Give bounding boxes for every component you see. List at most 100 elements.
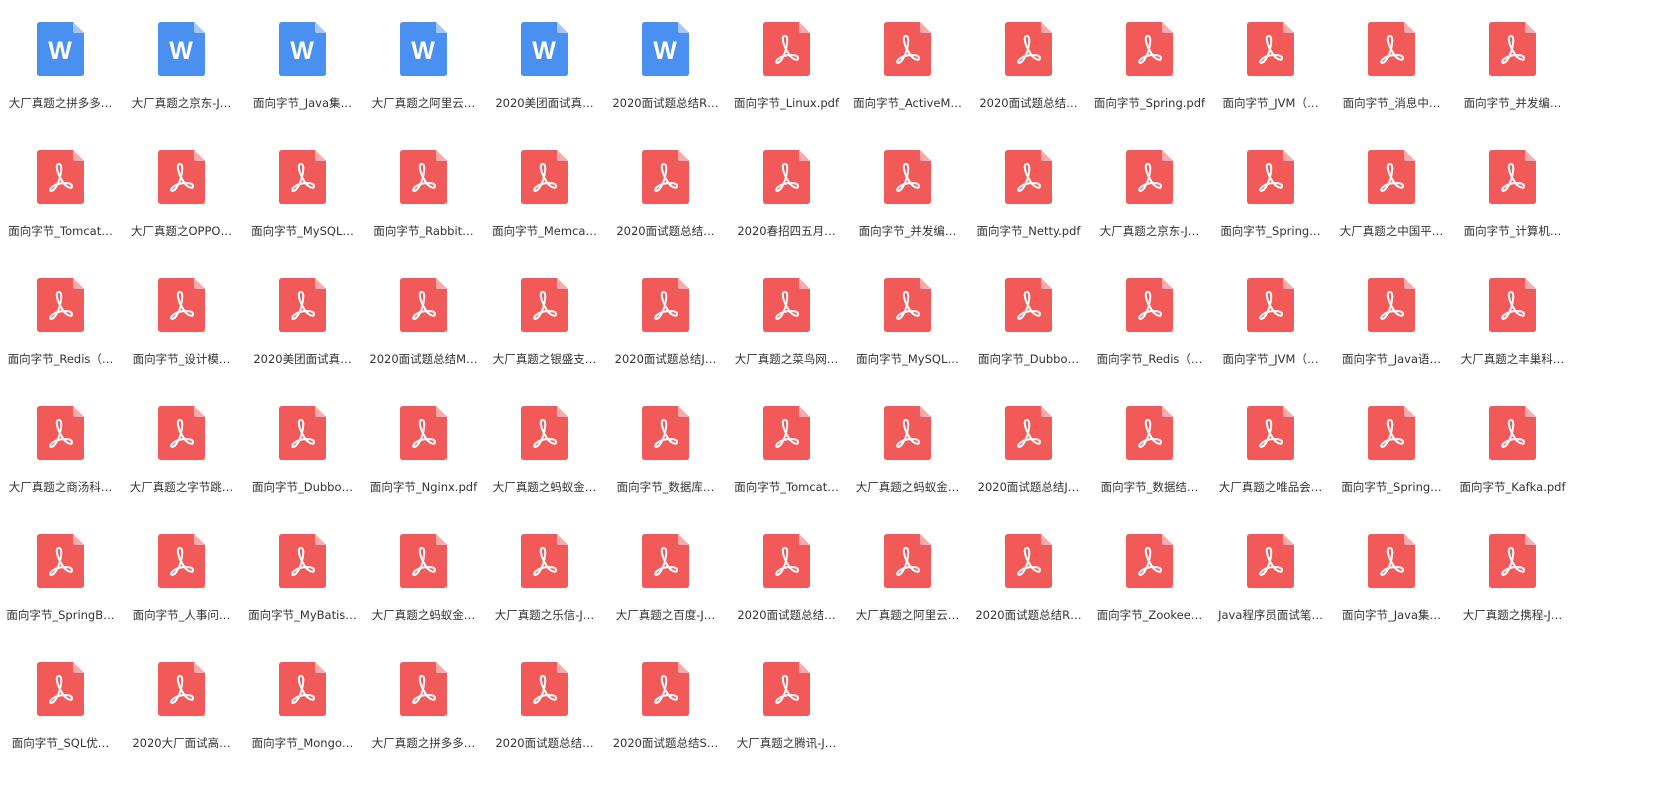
file-item[interactable]: 大厂真题之银盛支… [484,278,605,406]
file-item[interactable]: 面向字节_Tomcat… [726,406,847,534]
pdf-icon [763,150,810,204]
file-item[interactable]: 大厂真题之乐信-J… [484,534,605,662]
file-item[interactable]: 面向字节_Linux.pdf [726,22,847,150]
file-item[interactable]: 2020春招四五月… [726,150,847,278]
file-item[interactable]: 面向字节_MySQL… [847,278,968,406]
pdf-icon [37,406,84,460]
file-item[interactable]: 2020大厂面试高… [121,662,242,790]
file-name: 2020面试题总结M… [369,352,478,366]
file-item[interactable]: 2020面试题总结R… [968,534,1089,662]
file-item[interactable]: 面向字节_SQL优… [0,662,121,790]
pdf-icon [884,406,931,460]
file-item[interactable]: 大厂真题之唯品会… [1210,406,1331,534]
file-item[interactable]: 面向字节_并发编… [1452,22,1573,150]
file-item[interactable]: 面向字节_Redis（… [0,278,121,406]
file-item[interactable]: 面向字节_Tomcat… [0,150,121,278]
file-item[interactable]: 面向字节_Nginx.pdf [363,406,484,534]
file-item[interactable]: 大厂真题之阿里云… [847,534,968,662]
file-item[interactable]: 面向字节_消息中… [1331,22,1452,150]
file-item[interactable]: 大厂真题之腾讯-J… [726,662,847,790]
file-item[interactable]: 大厂真题之拼多多… [363,662,484,790]
file-item[interactable]: 面向字节_Mongo… [242,662,363,790]
file-name: 2020面试题总结R… [975,608,1082,622]
file-item[interactable]: 面向字节_ActiveM… [847,22,968,150]
file-item[interactable]: 大厂真题之菜鸟网… [726,278,847,406]
pdf-icon [279,534,326,588]
file-name: 面向字节_消息中… [1342,96,1441,110]
file-name: 面向字节_计算机… [1463,224,1562,238]
file-item[interactable]: 面向字节_计算机… [1452,150,1573,278]
file-item[interactable]: 2020面试题总结S… [605,662,726,790]
file-name: 大厂真题之京东-J… [1099,224,1200,238]
file-item[interactable]: 2020面试题总结M… [363,278,484,406]
file-item[interactable]: 大厂真题之OPPO… [121,150,242,278]
file-item[interactable]: 面向字节_Spring… [1331,406,1452,534]
file-item[interactable]: 大厂真题之商汤科… [0,406,121,534]
pdf-icon [1126,150,1173,204]
file-name: 大厂真题之腾讯-J… [736,736,837,750]
file-item[interactable]: 面向字节_Redis（… [1089,278,1210,406]
file-item[interactable]: 大厂真题之字节跳… [121,406,242,534]
file-item[interactable]: 面向字节_JVM（… [1210,278,1331,406]
file-item[interactable]: 面向字节_Dubbo… [242,406,363,534]
pdf-icon [37,662,84,716]
file-item[interactable]: 大厂真题之丰巢科… [1452,278,1573,406]
file-name: 2020面试题总结… [495,736,594,750]
file-item[interactable]: 面向字节_Java集… [1331,534,1452,662]
pdf-icon [158,662,205,716]
pdf-icon [1247,406,1294,460]
file-item[interactable]: 面向字节_JVM（… [1210,22,1331,150]
file-item[interactable]: 面向字节_MySQL… [242,150,363,278]
file-item[interactable]: 2020面试题总结… [605,150,726,278]
file-item[interactable]: 大厂真题之中国平… [1331,150,1452,278]
file-item[interactable]: 面向字节_SpringB… [0,534,121,662]
file-item[interactable]: 大厂真题之蚂蚁金… [363,534,484,662]
file-item[interactable]: 面向字节_设计模… [121,278,242,406]
file-item[interactable]: 2020面试题总结J… [605,278,726,406]
pdf-icon [158,150,205,204]
pdf-icon [1368,278,1415,332]
file-item[interactable]: 面向字节_Memca… [484,150,605,278]
pdf-icon [1247,534,1294,588]
file-item[interactable]: 面向字节_Dubbo… [968,278,1089,406]
file-item[interactable]: W 2020美团面试真… [484,22,605,150]
pdf-icon [37,278,84,332]
file-item[interactable]: 面向字节_Spring… [1210,150,1331,278]
file-item[interactable]: 面向字节_人事问… [121,534,242,662]
file-name: 大厂真题之丰巢科… [1460,352,1565,366]
file-item[interactable]: Java程序员面试笔… [1210,534,1331,662]
file-item[interactable]: 面向字节_数据结… [1089,406,1210,534]
file-item[interactable]: 2020面试题总结… [968,22,1089,150]
file-item[interactable]: 面向字节_Java语… [1331,278,1452,406]
file-item[interactable]: 大厂真题之京东-J… [1089,150,1210,278]
file-item[interactable]: 面向字节_Netty.pdf [968,150,1089,278]
file-name: 面向字节_Spring… [1341,480,1442,494]
file-item[interactable]: W 大厂真题之阿里云… [363,22,484,150]
file-item[interactable]: 面向字节_Zookee… [1089,534,1210,662]
file-item[interactable]: 大厂真题之携程-J… [1452,534,1573,662]
file-item[interactable]: W 大厂真题之京东-J… [121,22,242,150]
file-item[interactable]: W 2020面试题总结R… [605,22,726,150]
file-item[interactable]: 面向字节_Rabbit… [363,150,484,278]
file-item[interactable]: 大厂真题之百度-J… [605,534,726,662]
file-name: 面向字节_人事问… [132,608,231,622]
file-item[interactable]: 面向字节_MyBatis… [242,534,363,662]
file-item[interactable]: 面向字节_Kafka.pdf [1452,406,1573,534]
file-item[interactable]: 面向字节_数据库… [605,406,726,534]
file-item[interactable]: W 大厂真题之拼多多… [0,22,121,150]
file-item[interactable]: 大厂真题之蚂蚁金… [847,406,968,534]
file-item[interactable]: 大厂真题之蚂蚁金… [484,406,605,534]
file-item[interactable]: 2020面试题总结… [484,662,605,790]
file-item[interactable]: W 面向字节_Java集… [242,22,363,150]
file-name: Java程序员面试笔… [1218,608,1323,622]
file-item[interactable]: 面向字节_Spring.pdf [1089,22,1210,150]
svg-text:W: W [532,37,556,65]
file-item[interactable]: 2020美团面试真… [242,278,363,406]
pdf-icon [763,278,810,332]
pdf-icon [400,278,447,332]
file-name: 面向字节_Redis（… [1096,352,1203,366]
file-item[interactable]: 2020面试题总结… [726,534,847,662]
file-item[interactable]: 面向字节_并发编… [847,150,968,278]
file-item[interactable]: 2020面试题总结J… [968,406,1089,534]
pdf-icon [1247,278,1294,332]
